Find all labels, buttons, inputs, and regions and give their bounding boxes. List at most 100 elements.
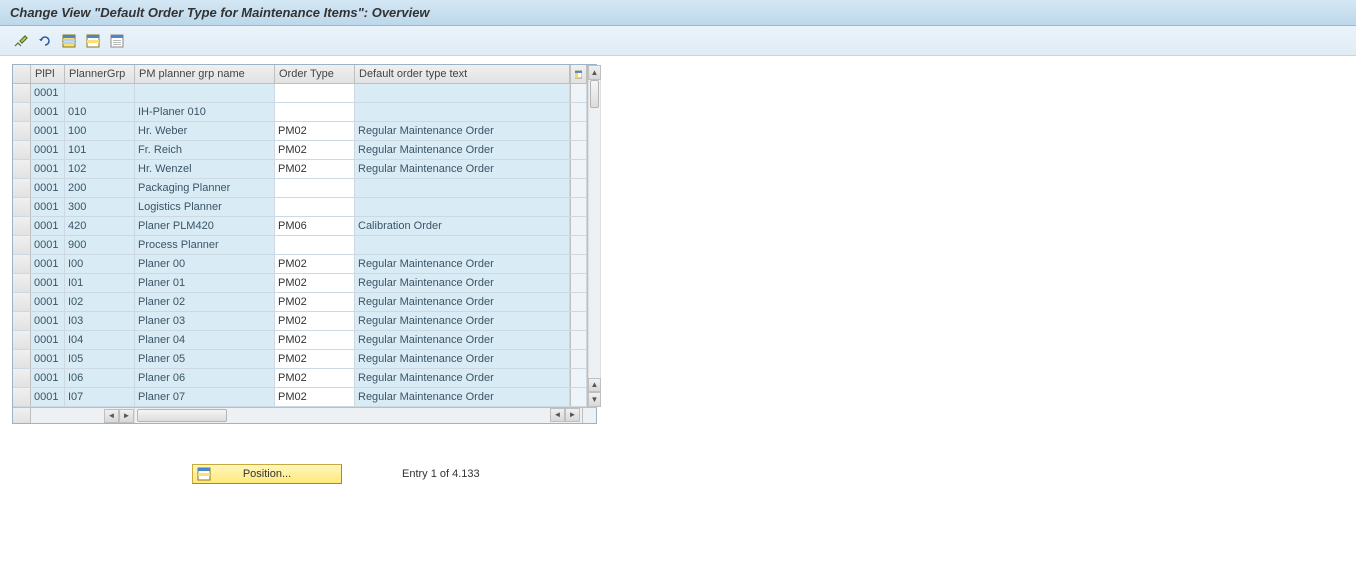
cell-ordertype[interactable]: PM02 xyxy=(275,293,355,311)
row-selector[interactable] xyxy=(13,369,31,387)
deselect-all-icon[interactable] xyxy=(106,31,128,51)
table-row: 0001101Fr. ReichPM02Regular Maintenance … xyxy=(13,141,587,160)
cell-plannername: Planer 00 xyxy=(135,255,275,273)
row-selector[interactable] xyxy=(13,388,31,406)
row-selector[interactable] xyxy=(13,293,31,311)
col-header-plannergrp[interactable]: PlannerGrp xyxy=(65,65,135,83)
cell-ordertype[interactable]: PM02 xyxy=(275,388,355,406)
row-selector[interactable] xyxy=(13,103,31,121)
row-selector[interactable] xyxy=(13,84,31,102)
scroll-right-icon[interactable]: ► xyxy=(565,408,580,422)
cell-ordertype[interactable]: PM02 xyxy=(275,141,355,159)
row-selector[interactable] xyxy=(13,350,31,368)
table-row: 0001I01Planer 01PM02Regular Maintenance … xyxy=(13,274,587,293)
col-header-ordertypetext[interactable]: Default order type text xyxy=(355,65,570,83)
cell-ordertype[interactable]: PM06 xyxy=(275,217,355,235)
cell-ordertype[interactable]: PM02 xyxy=(275,122,355,140)
row-selector[interactable] xyxy=(13,141,31,159)
position-button[interactable]: Position... xyxy=(192,464,342,484)
cell-ordertypetext xyxy=(355,179,570,197)
cell-ordertypetext: Regular Maintenance Order xyxy=(355,141,570,159)
table-row: 0001I04Planer 04PM02Regular Maintenance … xyxy=(13,331,587,350)
cell-plannername: Planer PLM420 xyxy=(135,217,275,235)
row-selector[interactable] xyxy=(13,312,31,330)
cell-ordertype[interactable]: PM02 xyxy=(275,274,355,292)
cell-plannergrp: 200 xyxy=(65,179,135,197)
row-trailing-gap xyxy=(570,293,587,311)
cell-ordertypetext: Calibration Order xyxy=(355,217,570,235)
scroll-left-end-icon[interactable]: ◄ xyxy=(550,408,565,422)
cell-plpl: 0001 xyxy=(31,331,65,349)
scroll-right-start-icon[interactable]: ► xyxy=(119,409,134,423)
cell-ordertype[interactable] xyxy=(275,198,355,216)
row-trailing-gap xyxy=(570,103,587,121)
row-selector[interactable] xyxy=(13,331,31,349)
toggle-display-change-icon[interactable] xyxy=(10,31,32,51)
cell-plannergrp: I02 xyxy=(65,293,135,311)
scroll-track[interactable] xyxy=(588,80,601,378)
application-toolbar xyxy=(0,26,1356,56)
cell-ordertypetext: Regular Maintenance Order xyxy=(355,312,570,330)
row-trailing-gap xyxy=(570,179,587,197)
cell-ordertypetext xyxy=(355,236,570,254)
row-selector[interactable] xyxy=(13,217,31,235)
cell-ordertype[interactable]: PM02 xyxy=(275,255,355,273)
select-all-corner[interactable] xyxy=(13,65,31,83)
cell-plannername: Packaging Planner xyxy=(135,179,275,197)
col-header-plannername[interactable]: PM planner grp name xyxy=(135,65,275,83)
cell-ordertype[interactable] xyxy=(275,179,355,197)
cell-plannername: Fr. Reich xyxy=(135,141,275,159)
scroll-up-icon[interactable]: ▲ xyxy=(588,65,601,80)
cell-ordertype[interactable] xyxy=(275,236,355,254)
row-selector[interactable] xyxy=(13,160,31,178)
row-trailing-gap xyxy=(570,198,587,216)
select-block-icon[interactable] xyxy=(82,31,104,51)
horizontal-scrollbar[interactable]: ◄ ► ◄ ► xyxy=(13,407,596,423)
cell-plpl: 0001 xyxy=(31,198,65,216)
row-selector[interactable] xyxy=(13,274,31,292)
col-header-ordertype[interactable]: Order Type xyxy=(275,65,355,83)
scroll-down-near-end-icon[interactable]: ▲ xyxy=(588,378,601,392)
row-selector[interactable] xyxy=(13,236,31,254)
row-selector[interactable] xyxy=(13,179,31,197)
row-selector[interactable] xyxy=(13,255,31,273)
cell-plannergrp: 900 xyxy=(65,236,135,254)
footer-bar: Position... Entry 1 of 4.133 xyxy=(12,464,1356,484)
cell-plannergrp: 300 xyxy=(65,198,135,216)
col-header-plpl[interactable]: PlPl xyxy=(31,65,65,83)
cell-ordertype[interactable]: PM02 xyxy=(275,331,355,349)
scroll-down-icon[interactable]: ▼ xyxy=(588,392,601,407)
row-selector[interactable] xyxy=(13,198,31,216)
cell-ordertype[interactable]: PM02 xyxy=(275,369,355,387)
cell-ordertype[interactable]: PM02 xyxy=(275,160,355,178)
cell-ordertypetext xyxy=(355,198,570,216)
scroll-left-icon[interactable]: ◄ xyxy=(104,409,119,423)
cell-plannergrp: I00 xyxy=(65,255,135,273)
cell-plpl: 0001 xyxy=(31,236,65,254)
cell-ordertype[interactable]: PM02 xyxy=(275,350,355,368)
vertical-scrollbar[interactable]: ▲ ▲ ▼ xyxy=(587,65,601,407)
cell-plpl: 0001 xyxy=(31,141,65,159)
cell-plannergrp: I06 xyxy=(65,369,135,387)
hscroll-thumb[interactable] xyxy=(137,409,227,422)
select-all-icon[interactable] xyxy=(58,31,80,51)
row-trailing-gap xyxy=(570,312,587,330)
cell-ordertype[interactable]: PM02 xyxy=(275,312,355,330)
undo-icon[interactable] xyxy=(34,31,56,51)
scroll-thumb[interactable] xyxy=(590,80,599,108)
row-trailing-gap xyxy=(570,84,587,102)
cell-plpl: 0001 xyxy=(31,84,65,102)
cell-ordertype[interactable] xyxy=(275,103,355,121)
view-title: Change View "Default Order Type for Main… xyxy=(10,5,430,20)
cell-ordertypetext: Regular Maintenance Order xyxy=(355,350,570,368)
row-selector[interactable] xyxy=(13,122,31,140)
configure-columns-icon[interactable] xyxy=(570,65,587,83)
row-trailing-gap xyxy=(570,217,587,235)
grid-header-row: PlPl PlannerGrp PM planner grp name Orde… xyxy=(13,65,587,84)
row-trailing-gap xyxy=(570,350,587,368)
cell-plpl: 0001 xyxy=(31,179,65,197)
cell-plannername: Planer 07 xyxy=(135,388,275,406)
cell-plannergrp: 100 xyxy=(65,122,135,140)
cell-ordertype[interactable] xyxy=(275,84,355,102)
cell-plannername: IH-Planer 010 xyxy=(135,103,275,121)
